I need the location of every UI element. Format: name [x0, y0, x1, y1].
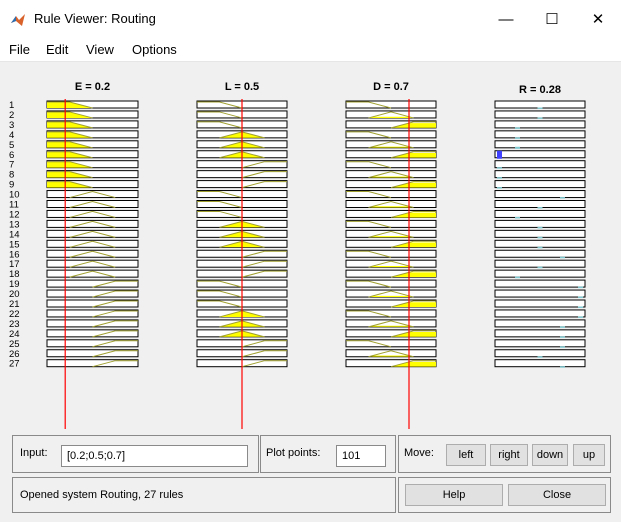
column-header: E = 0.2	[75, 81, 110, 93]
output-bar	[560, 326, 565, 328]
output-cell	[494, 150, 586, 159]
output-bar	[560, 256, 565, 259]
menu-file[interactable]: File	[9, 42, 30, 57]
output-cell	[494, 120, 586, 129]
output-bar	[537, 246, 543, 249]
output-cell	[494, 160, 586, 169]
rule-plot-area: E = 0.2 L = 0.5 D = 0.7 R = 0.28 1 2 3 4 5 6 7 8 9 10…	[0, 63, 621, 429]
output-bar	[560, 197, 565, 199]
output-cell	[494, 359, 586, 368]
output-cell	[494, 329, 586, 338]
menu-edit[interactable]: Edit	[46, 42, 68, 57]
menu-bar: File Edit View Options	[0, 38, 621, 62]
output-cell	[494, 289, 586, 298]
output-bar	[537, 117, 543, 119]
output-bar	[578, 316, 583, 318]
move-up-button[interactable]: up	[573, 444, 605, 466]
close-button[interactable]: Close	[508, 484, 606, 506]
output-bar	[560, 366, 565, 368]
move-right-button[interactable]: right	[490, 444, 528, 466]
output-bar	[497, 177, 502, 179]
output-bar	[497, 150, 502, 159]
output-cell	[494, 259, 586, 268]
title-bar: Rule Viewer: Routing — ☐ ✕	[0, 0, 621, 38]
output-bar	[537, 356, 543, 358]
column-header: L = 0.5	[225, 81, 259, 93]
plot-points-field[interactable]	[336, 445, 386, 467]
matlab-icon	[11, 14, 25, 26]
output-bar	[537, 107, 543, 109]
output-bar	[560, 346, 565, 348]
input-field[interactable]	[61, 445, 248, 467]
move-left-button[interactable]: left	[446, 444, 486, 466]
minimize-icon: —	[498, 10, 514, 28]
window-title: Rule Viewer: Routing	[34, 11, 156, 26]
output-cell	[494, 339, 586, 348]
output-cell	[494, 249, 586, 258]
status-panel: Opened system Routing, 27 rules	[12, 477, 396, 513]
minimize-button[interactable]: —	[483, 0, 529, 38]
output-cell	[494, 140, 586, 149]
output-cell	[494, 219, 586, 228]
output-bar	[537, 207, 543, 209]
input-label: Input:	[20, 447, 48, 459]
move-down-button[interactable]: down	[532, 444, 568, 466]
rule-number: 27	[9, 359, 20, 370]
move-panel: Move: left right down up	[398, 435, 611, 473]
maximize-icon: ☐	[545, 11, 559, 28]
status-text: Opened system Routing, 27 rules	[20, 489, 184, 501]
output-bar	[515, 146, 520, 149]
output-cell	[494, 279, 586, 288]
output-cell	[494, 319, 586, 328]
column-header: D = 0.7	[373, 81, 409, 93]
move-label: Move:	[404, 447, 434, 459]
control-area: Input: Plot points: Move: left right dow…	[0, 429, 621, 522]
output-cell	[494, 229, 586, 238]
menu-view[interactable]: View	[86, 42, 114, 57]
output-cell	[494, 100, 586, 109]
output-bar	[515, 137, 520, 139]
output-cell	[494, 200, 586, 208]
output-cell	[494, 239, 586, 248]
output-cell	[494, 269, 586, 278]
output-bar	[560, 336, 565, 338]
maximize-button[interactable]: ☐	[529, 0, 575, 38]
input-panel: Input:	[12, 435, 259, 473]
output-bar	[578, 286, 583, 289]
output-cell	[494, 170, 586, 179]
help-close-panel: Help Close	[398, 477, 611, 513]
output-bar	[537, 226, 543, 229]
output-cell	[494, 130, 586, 139]
output-cell	[494, 209, 586, 218]
output-bar	[515, 276, 520, 279]
menu-options[interactable]: Options	[132, 42, 177, 57]
output-cell	[494, 349, 586, 358]
output-bar	[497, 167, 502, 169]
output-cell	[494, 299, 586, 308]
rule-viewer-plot: E = 0.2 L = 0.5 D = 0.7 R = 0.2812345678910…	[9, 81, 586, 429]
output-bar	[515, 127, 520, 129]
output-cell	[494, 110, 586, 119]
column-header: R = 0.28	[519, 84, 561, 96]
output-cell	[494, 190, 586, 199]
output-bar	[537, 236, 543, 239]
close-window-button[interactable]: ✕	[575, 0, 621, 38]
output-bar	[578, 296, 583, 299]
plot-points-label: Plot points:	[266, 447, 321, 459]
output-bar	[515, 216, 520, 219]
plot-points-panel: Plot points:	[260, 435, 396, 473]
output-bar	[497, 187, 502, 189]
output-bar	[578, 306, 583, 308]
output-cell	[494, 180, 586, 189]
help-button[interactable]: Help	[405, 484, 503, 506]
output-cell	[494, 309, 586, 318]
output-bar	[537, 266, 543, 269]
close-icon: ✕	[591, 11, 605, 28]
